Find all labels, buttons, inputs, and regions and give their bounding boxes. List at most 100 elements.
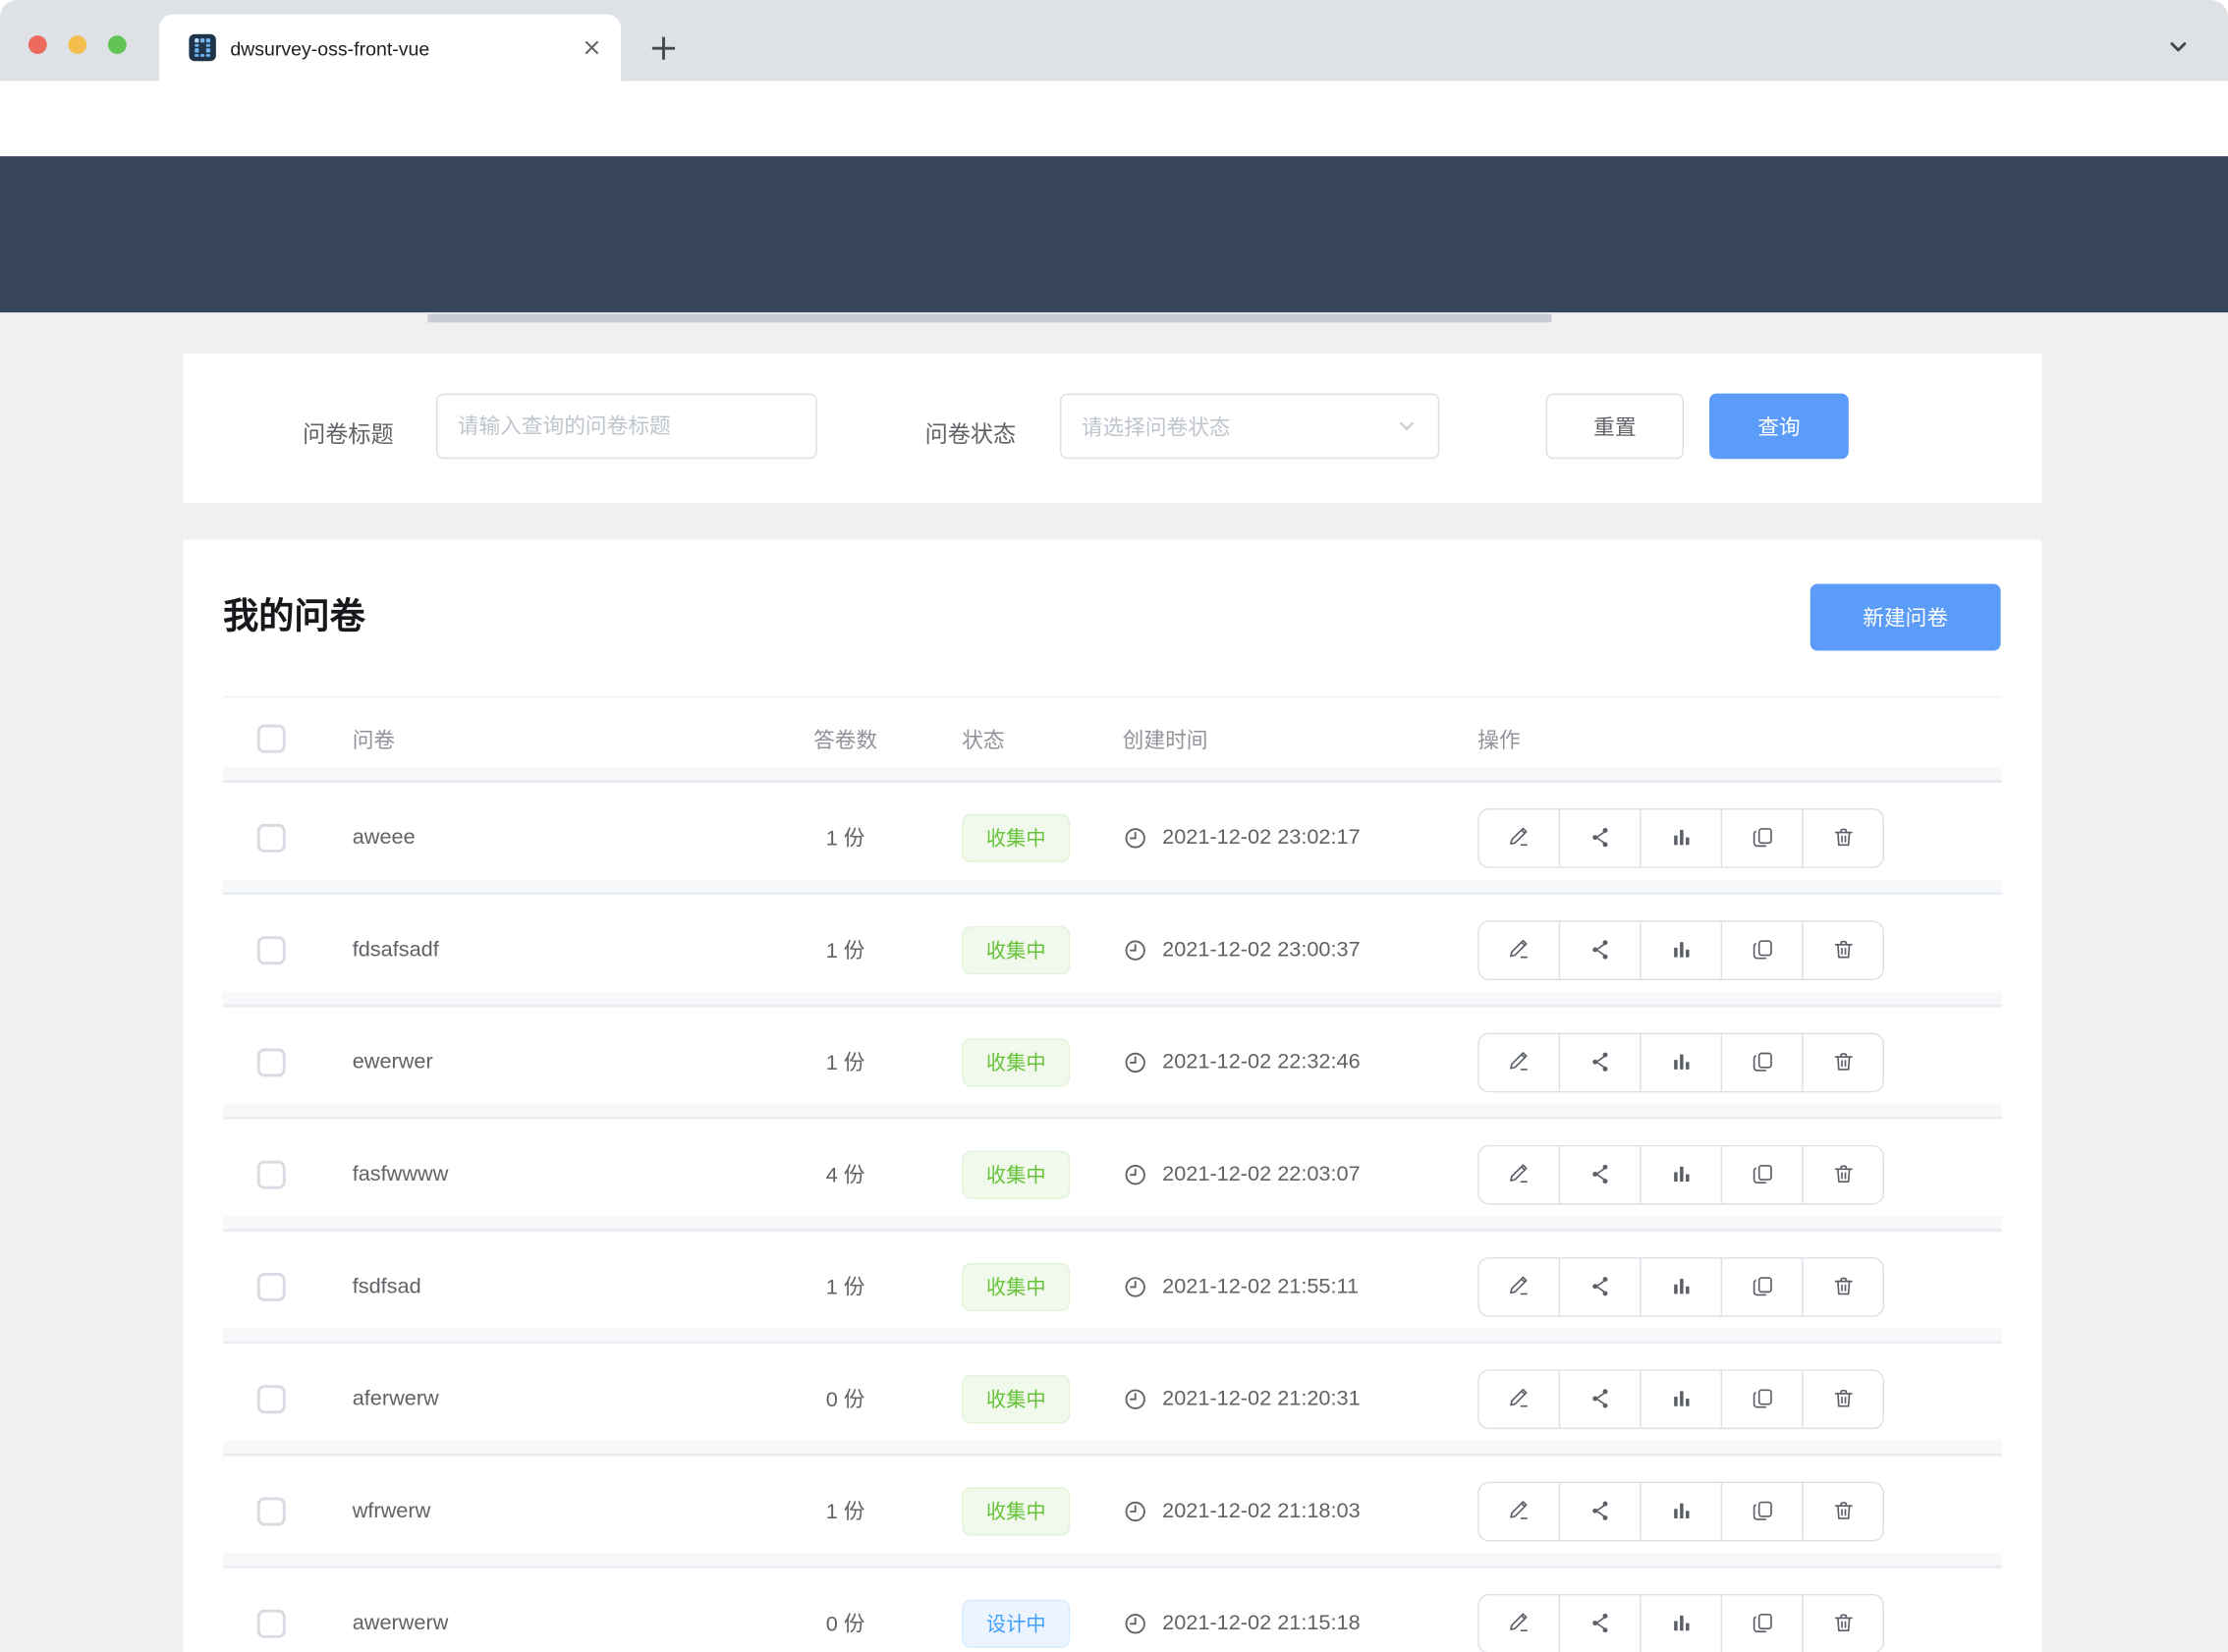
clock-icon: [1123, 1611, 1148, 1636]
edit-button[interactable]: [1479, 1482, 1559, 1539]
row-checkbox[interactable]: [257, 1160, 286, 1188]
share-alt-button[interactable]: [1559, 1595, 1640, 1652]
copy-button[interactable]: [1721, 1595, 1802, 1652]
table-header-row: 问卷 答卷数 状态 创建时间 操作: [223, 696, 2002, 783]
stats-chart-button[interactable]: [1640, 1595, 1720, 1652]
share-alt-button[interactable]: [1559, 921, 1640, 978]
status-badge: 收集中: [962, 813, 1070, 861]
delete-button[interactable]: [1802, 1258, 1882, 1315]
row-checkbox[interactable]: [257, 823, 286, 852]
tab-title: dwsurvey-oss-front-vue: [230, 14, 429, 81]
row-checkbox[interactable]: [257, 935, 286, 964]
menu-scrollbar[interactable]: [427, 313, 1551, 322]
page-content: 问卷标题 问卷状态 请选择问卷状态 重置 查询 我的问卷 新建问卷 问卷 答卷数: [0, 312, 2228, 1652]
response-count: 1 份: [767, 822, 923, 852]
share-alt-button[interactable]: [1559, 1146, 1640, 1203]
copy-button[interactable]: [1721, 1146, 1802, 1203]
delete-button[interactable]: [1802, 1482, 1882, 1539]
edit-button[interactable]: [1479, 1033, 1559, 1090]
edit-button[interactable]: [1479, 1370, 1559, 1427]
column-header-created: 创建时间: [1094, 724, 1450, 753]
tab-strip: dwsurvey-oss-front-vue: [0, 0, 2228, 81]
status-badge: 收集中: [962, 925, 1070, 973]
stats-chart-button[interactable]: [1640, 1482, 1720, 1539]
created-time: 2021-12-02 21:20:31: [1162, 1387, 1360, 1411]
copy-button[interactable]: [1721, 921, 1802, 978]
share-alt-button[interactable]: [1559, 1482, 1640, 1539]
table-row: fsdfsad 1 份 收集中 2021-12-02 21:55:11: [223, 1232, 2002, 1344]
status-badge: 收集中: [962, 1150, 1070, 1198]
copy-button[interactable]: [1721, 1370, 1802, 1427]
survey-title-label: 问卷标题: [303, 414, 394, 449]
filter-panel: 问卷标题 问卷状态 请选择问卷状态 重置 查询: [184, 354, 2042, 503]
row-checkbox[interactable]: [257, 1385, 286, 1413]
new-tab-button[interactable]: [646, 31, 681, 66]
survey-name: wfrwerw: [319, 1499, 767, 1523]
row-checkbox[interactable]: [257, 1272, 286, 1300]
edit-button[interactable]: [1479, 809, 1559, 866]
edit-button[interactable]: [1479, 921, 1559, 978]
survey-name: fdsafsadf: [319, 938, 767, 963]
edit-button[interactable]: [1479, 1258, 1559, 1315]
column-header-status: 状态: [923, 724, 1094, 753]
stats-chart-button[interactable]: [1640, 1258, 1720, 1315]
select-all-checkbox[interactable]: [257, 725, 286, 753]
created-time: 2021-12-02 22:32:46: [1162, 1050, 1360, 1074]
created-time: 2021-12-02 21:18:03: [1162, 1499, 1360, 1523]
row-checkbox[interactable]: [257, 1048, 286, 1076]
survey-table: 问卷 答卷数 状态 创建时间 操作 aweee 1 份 收集中 2021-12-…: [223, 696, 2002, 1652]
share-alt-button[interactable]: [1559, 1258, 1640, 1315]
survey-name: fsdfsad: [319, 1274, 767, 1298]
copy-button[interactable]: [1721, 1033, 1802, 1090]
table-row: ewerwer 1 份 收集中 2021-12-02 22:32:46: [223, 1008, 2002, 1120]
tab-close-icon[interactable]: [580, 35, 604, 60]
edit-button[interactable]: [1479, 1595, 1559, 1652]
stats-chart-button[interactable]: [1640, 1370, 1720, 1427]
copy-button[interactable]: [1721, 1258, 1802, 1315]
share-alt-button[interactable]: [1559, 809, 1640, 866]
copy-button[interactable]: [1721, 809, 1802, 866]
stats-chart-button[interactable]: [1640, 1146, 1720, 1203]
clock-icon: [1123, 825, 1148, 851]
row-checkbox[interactable]: [257, 1609, 286, 1637]
stats-chart-button[interactable]: [1640, 921, 1720, 978]
delete-button[interactable]: [1802, 809, 1882, 866]
share-alt-button[interactable]: [1559, 1033, 1640, 1090]
survey-status-label: 问卷状态: [925, 414, 1017, 449]
window-zoom-button[interactable]: [108, 35, 127, 54]
survey-title-input[interactable]: [436, 394, 817, 460]
survey-name: ewerwer: [319, 1050, 767, 1074]
clock-icon: [1123, 1161, 1148, 1186]
delete-button[interactable]: [1802, 1033, 1882, 1090]
clock-icon: [1123, 937, 1148, 963]
tab-favicon-icon: [189, 34, 215, 61]
copy-button[interactable]: [1721, 1482, 1802, 1539]
row-checkbox[interactable]: [257, 1497, 286, 1525]
stats-chart-button[interactable]: [1640, 1033, 1720, 1090]
stats-chart-button[interactable]: [1640, 809, 1720, 866]
create-survey-button[interactable]: 新建问卷: [1810, 583, 2001, 650]
survey-name: aweee: [319, 825, 767, 850]
delete-button[interactable]: [1802, 1595, 1882, 1652]
delete-button[interactable]: [1802, 1146, 1882, 1203]
delete-button[interactable]: [1802, 1370, 1882, 1427]
share-alt-button[interactable]: [1559, 1370, 1640, 1427]
clock-icon: [1123, 1386, 1148, 1411]
status-badge: 收集中: [962, 1262, 1070, 1310]
reset-button[interactable]: 重置: [1546, 394, 1684, 460]
created-time: 2021-12-02 23:02:17: [1162, 825, 1360, 850]
survey-status-select[interactable]: 请选择问卷状态: [1060, 394, 1439, 460]
tab-search-chevron-icon[interactable]: [2165, 34, 2191, 60]
table-row: aweee 1 份 收集中 2021-12-02 23:02:17: [223, 783, 2002, 895]
clock-icon: [1123, 1498, 1148, 1523]
survey-list-panel: 我的问卷 新建问卷 问卷 答卷数 状态 创建时间 操作 aweee 1 份 收集…: [184, 540, 2042, 1652]
search-button[interactable]: 查询: [1709, 394, 1849, 460]
table-body: aweee 1 份 收集中 2021-12-02 23:02:17: [223, 783, 2002, 1652]
edit-button[interactable]: [1479, 1146, 1559, 1203]
column-header-survey: 问卷: [319, 724, 767, 753]
delete-button[interactable]: [1802, 921, 1882, 978]
window-minimize-button[interactable]: [68, 35, 86, 54]
browser-tab[interactable]: dwsurvey-oss-front-vue: [159, 14, 621, 81]
window-close-button[interactable]: [28, 35, 47, 54]
table-row: aferwerw 0 份 收集中 2021-12-02 21:20:31: [223, 1344, 2002, 1456]
